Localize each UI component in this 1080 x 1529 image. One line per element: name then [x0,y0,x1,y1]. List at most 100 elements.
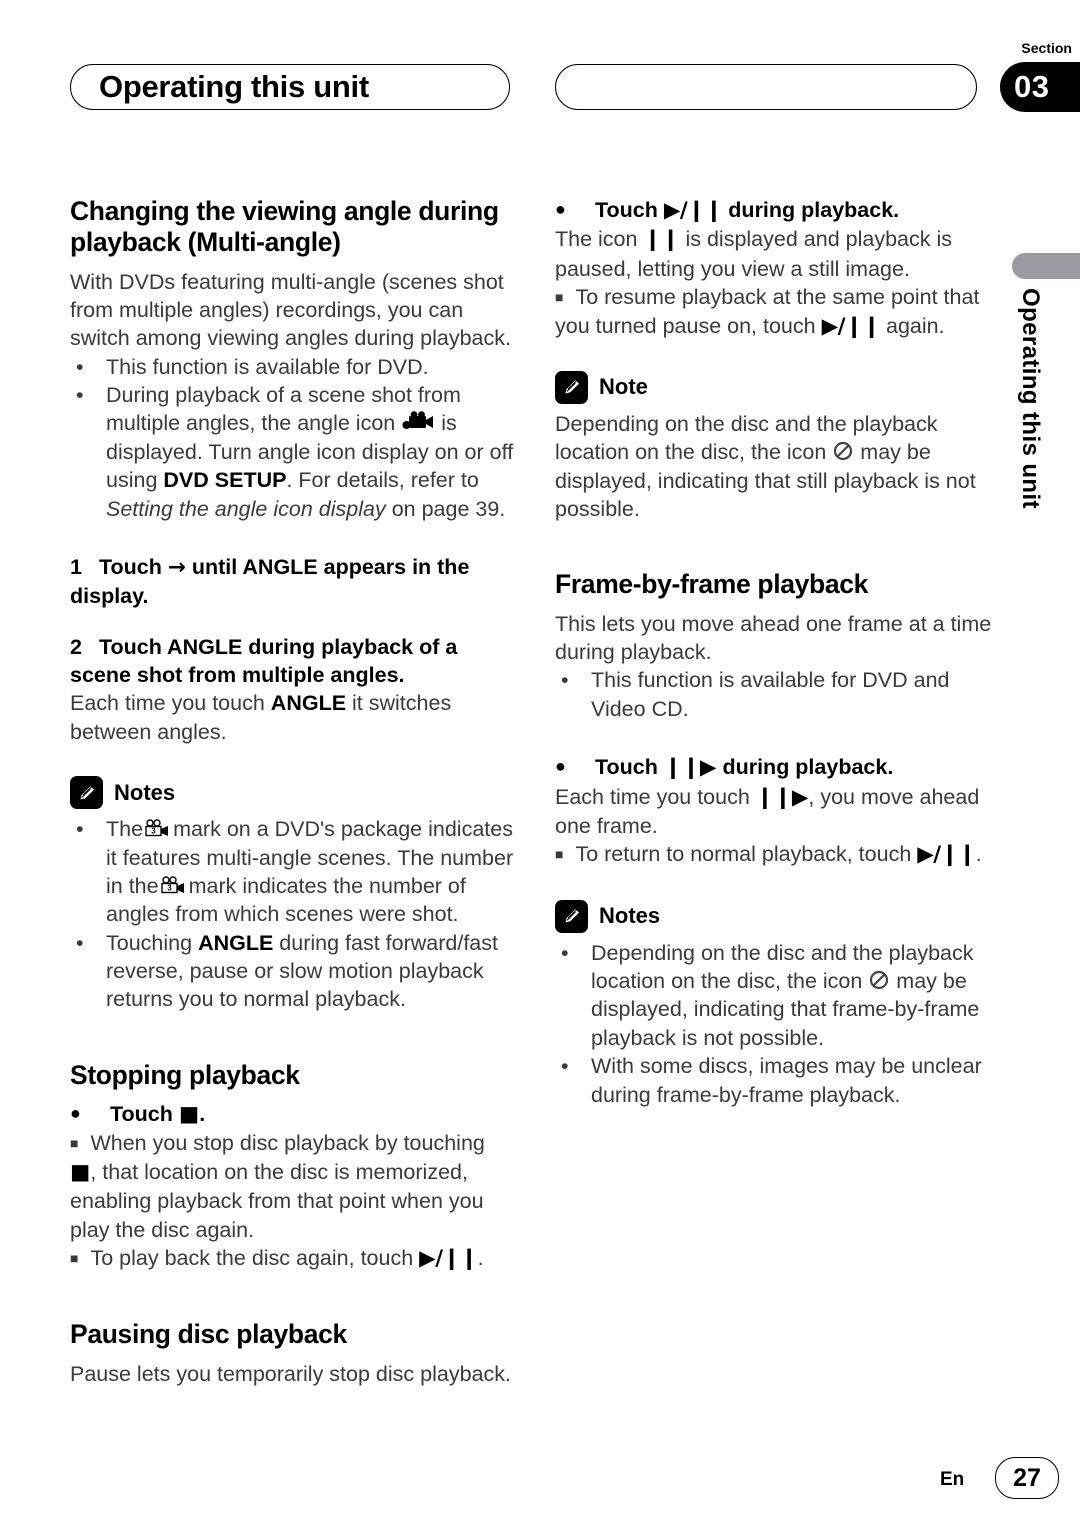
bullet-text-cont2: . For details, refer to [286,468,479,493]
bullet-square: ■ [70,1135,79,1152]
play-pause-icon: ▶/❙❙ [917,842,976,868]
page-number: 27 [1013,1463,1041,1492]
heading-pausing-disc-playback: Pausing disc playback [70,1319,347,1350]
pausing-intro: Pause lets you temporarily stop disc pla… [70,1361,511,1386]
sub-note-pre: To play back the disc again, touch [90,1245,414,1270]
angle-term: ANGLE [198,930,274,955]
bullet-dot: • [561,668,569,693]
note-label: Note [599,374,648,400]
step-text-pre: Touch [98,554,162,579]
bullet-dot: • [561,940,569,965]
note-paragraph: Depending on the disc and the playback l… [555,410,1002,524]
section-label: Section [1021,40,1072,56]
notes-label: Notes [114,779,176,805]
list-item: • Touching ANGLE during fast forward/fas… [70,929,517,1014]
bullet-text: This function is available for DVD. [106,354,429,379]
touch-post: during playback. [722,755,894,780]
bullet-square: ■ [555,289,564,306]
sub-note-frame: ■ To return to normal playback, touch ▶/❙… [555,840,1002,869]
stop-icon: ■ [70,1159,91,1185]
pencil-icon [555,899,588,933]
sub-note-post: . [975,842,982,867]
notes-header: Notes [70,776,517,810]
list-item: • Depending on the disc and the playback… [555,939,1002,1053]
stop-icon: ■ [178,1102,200,1128]
note-header: Note [555,370,1002,404]
movie-camera-3-mark-icon: 3 [159,875,189,895]
manual-page: Operating this unit Section 03 Operating… [0,0,1080,1529]
step-number: 1 [70,554,82,579]
touch-label: Touch [595,755,658,780]
bullet-round: ● [70,1103,81,1124]
heading-frame-by-frame: Frame-by-frame playback [555,569,869,600]
desc-pre: Each time you touch [70,691,265,716]
pause-icon: ❙❙ [643,227,680,253]
list-item: • During playback of a scene shot from m… [70,381,517,523]
movie-camera-3-mark-icon: 3 [143,818,173,838]
page-header: Operating this unit Section 03 [0,0,1080,170]
bullet-text-cont3: on page 39. [391,496,506,521]
sub-note-stop-2: ■ To play back the disc again, touch ▶/❙❙… [70,1244,517,1273]
notes-label: Notes [599,903,661,929]
bullet-dot: • [76,354,84,379]
step-number: 2 [70,634,82,659]
page-title: Operating this unit [99,69,369,104]
heading-stopping-playback: Stopping playback [70,1059,300,1090]
bullet-dot: • [561,1054,569,1079]
prohibited-icon [868,969,890,991]
play-pause-icon: ▶/❙❙ [419,1245,478,1271]
play-pause-icon: ▶/❙❙ [663,198,723,223]
multi-angle-intro: With DVDs featuring multi-angle (scenes … [70,269,511,351]
play-pause-icon: ▶/❙❙ [821,313,881,339]
touch-label: Touch [110,1102,173,1127]
heading-multi-angle: Changing the viewing angle during playba… [70,196,499,258]
bullet-text: This function is available for DVD and V… [591,668,950,721]
frame-advance-arrow-icon: ▶ [699,755,717,781]
header-empty-pill [555,64,977,110]
prohibited-icon [832,440,854,462]
section-number-badge: 03 [1000,62,1080,112]
left-column: Changing the viewing angle during playba… [70,196,517,1388]
touch-label: Touch [595,198,658,222]
page-number-badge: 27 [995,1457,1059,1499]
note-text-pre: Touching [106,930,193,955]
right-column: ● Touch ▶/❙❙ during playback. The icon ❙… [555,196,1002,1109]
step-2-description: Each time you touch ANGLE it switches be… [70,689,517,746]
touch-post: during playback. [728,198,900,222]
arrow-right-icon: → [167,554,186,580]
step-text: Touch ANGLE during playback of a scene s… [70,634,458,688]
bullet-square: ■ [555,846,564,863]
side-tab-label: Operating this unit [1017,288,1044,509]
pencil-icon [555,370,588,404]
frame-advance-icon: ❙❙ [663,755,700,781]
procedure-touch-frame-advance: ● Touch ❙❙▶ during playback. [555,753,1002,782]
sub-note-post: . [477,1245,484,1270]
sub-note-pre: When you stop disc playback by touching [90,1131,485,1156]
frame-by-frame-intro: This lets you move ahead one frame at a … [555,611,992,665]
bullet-square: ■ [70,1249,79,1266]
section-number: 03 [1014,69,1050,104]
frame-advance-icon: ❙❙ [755,784,792,810]
list-item: • The 3 mark on a DVD's package indicate… [70,815,517,929]
bullet-round: ● [555,756,566,777]
side-tab: Operating this unit [1004,288,1056,588]
header-title-pill: Operating this unit [70,64,510,110]
desc-pre: Each time you touch [555,784,750,809]
bullet-text: With some discs, images may be unclear d… [591,1054,982,1107]
list-item: • With some discs, images may be unclear… [555,1052,1002,1109]
bullet-round: ● [555,199,566,219]
notes-header: Notes [555,899,1002,933]
list-item: • This function is available for DVD. [70,353,517,381]
pause-description: The icon ❙❙ is displayed and playback is… [555,225,1002,283]
svg-text:3: 3 [151,827,156,836]
sub-note-pause: ■ To resume playback at the same point th… [555,283,1002,341]
cross-reference-title: Setting the angle icon display [106,496,386,521]
sub-note-post: again. [885,313,945,338]
sub-note-stop-1: ■ When you stop disc playback by touching… [70,1129,517,1244]
note-text-pre: The [106,817,144,842]
svg-text:3: 3 [167,884,172,893]
sub-note-post: , that location on the disc is memorized… [70,1159,484,1242]
frame-advance-arrow-icon: ▶ [791,784,809,810]
bullet-dot: • [76,383,84,408]
dvd-setup-term: DVD SETUP [163,468,287,493]
